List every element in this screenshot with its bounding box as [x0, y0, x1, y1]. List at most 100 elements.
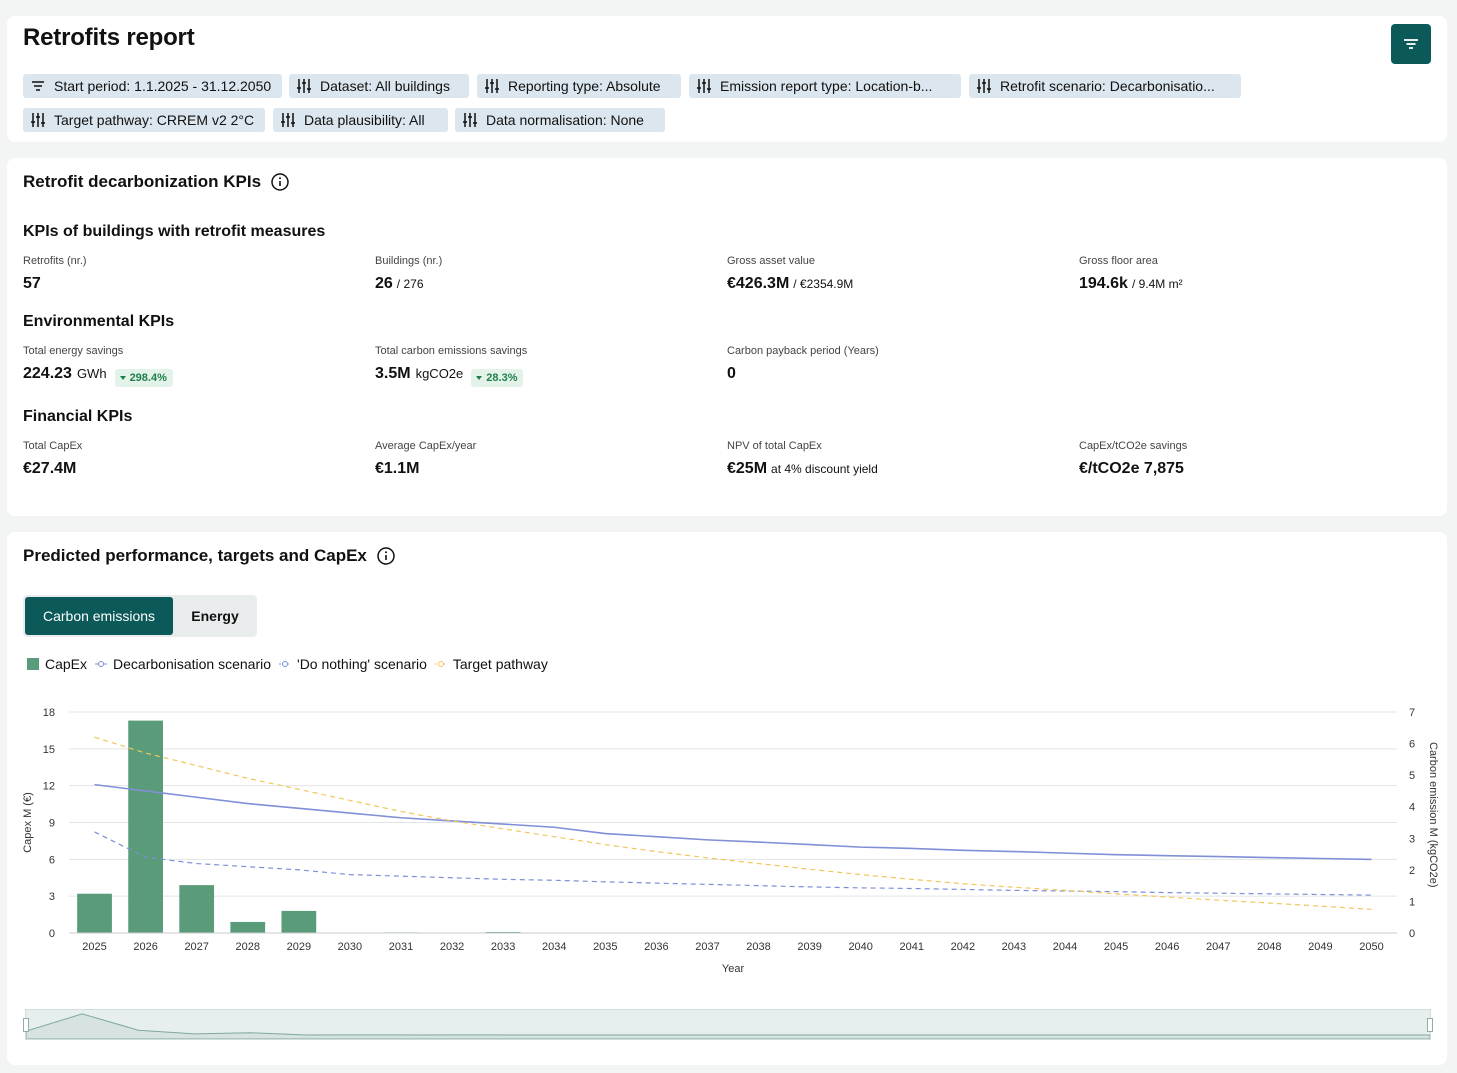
kpi-section-title: Retrofit decarbonization KPIs	[23, 172, 289, 192]
x-tick-label: 2048	[1257, 941, 1281, 953]
kpi-value-text: 3.5M	[375, 365, 411, 382]
retrofit-kpis-title: KPIs of buildings with retrofit measures	[23, 223, 326, 240]
kpi-gross-asset-value: Gross asset value €426.3M / €2354.9M	[727, 255, 1067, 293]
capex-bar	[230, 921, 266, 933]
x-tick-label: 2044	[1053, 941, 1077, 953]
x-tick-label: 2050	[1359, 941, 1383, 953]
kpi-value: 57	[23, 275, 363, 293]
chip-dataset[interactable]: Dataset: All buildings	[289, 74, 469, 98]
y-tick-label: 3	[49, 891, 55, 903]
caret-down-icon	[119, 376, 126, 380]
caret-down-icon	[476, 376, 483, 380]
zoom-handle-left[interactable]	[23, 1018, 29, 1032]
sliders-icon	[485, 79, 499, 93]
kpi-value: €/tCO2e 7,875	[1079, 460, 1419, 478]
chart-grid	[69, 711, 1397, 934]
kpi-section-title-text: Retrofit decarbonization KPIs	[23, 172, 262, 191]
sliders-icon	[463, 113, 477, 127]
capex-bar	[77, 893, 112, 933]
kpi-label: Average CapEx/year	[375, 440, 477, 452]
chip-data-normalisation[interactable]: Data normalisation: None	[455, 108, 665, 132]
legend-do-nothing[interactable]: 'Do nothing' scenario	[279, 656, 427, 672]
kpi-card: Retrofit decarbonization KPIs KPIs of bu…	[7, 158, 1447, 516]
chip-start-period[interactable]: Start period: 1.1.2025 - 31.12.2050	[23, 74, 282, 98]
info-icon[interactable]	[271, 173, 289, 191]
kpi-npv-capex: NPV of total CapEx €25M at 4% discount yi…	[727, 440, 1067, 478]
chip-label: Target pathway: CRREM v2 2°C	[54, 112, 255, 128]
tab-carbon-emissions[interactable]: Carbon emissions	[25, 597, 173, 635]
sliders-icon	[281, 113, 295, 127]
filter-button[interactable]	[1391, 24, 1431, 64]
kpi-capex-per-tco2e: CapEx/tCO2e savings €/tCO2e 7,875	[1079, 440, 1419, 478]
x-tick-label: 2039	[797, 941, 821, 953]
capex-bars	[77, 720, 572, 933]
performance-section-title: Predicted performance, targets and CapEx	[23, 546, 395, 566]
x-tick-label: 2030	[338, 941, 362, 953]
sliders-icon	[697, 79, 711, 93]
scenario-lines	[94, 736, 1372, 910]
kpi-label: Total energy savings	[23, 345, 124, 357]
badge-text: 298.4%	[129, 372, 167, 384]
capex-bar	[128, 720, 163, 933]
kpi-value: 0	[727, 365, 1067, 383]
kpi-value-text: 57	[23, 275, 41, 292]
kpi-label: Gross floor area	[1079, 255, 1158, 267]
x-tick-label: 2033	[491, 941, 515, 953]
change-badge: 298.4%	[114, 369, 173, 387]
legend-capex[interactable]: CapEx	[27, 656, 87, 672]
kpi-value-text: €1.1M	[375, 460, 420, 477]
kpi-value: €25M at 4% discount yield	[727, 460, 1067, 478]
kpi-value: 26/ 276	[375, 275, 715, 293]
sliders-icon	[297, 79, 311, 93]
chart-zoom-slider[interactable]	[23, 1009, 1433, 1040]
chip-emission-report-type[interactable]: Emission report type: Location-b...	[689, 74, 961, 98]
chip-data-plausibility[interactable]: Data plausibility: All	[273, 108, 448, 132]
zoom-preview	[26, 1013, 1430, 1039]
chip-label: Retrofit scenario: Decarbonisatio...	[1000, 78, 1215, 94]
kpi-value: €1.1M	[375, 460, 715, 478]
kpi-total-capex: Total CapEx €27.4M	[23, 440, 363, 478]
x-tick-label: 2032	[440, 941, 464, 953]
report-header: Retrofits report Start period: 1.1.2025 …	[7, 16, 1447, 142]
x-tick-label: 2038	[746, 941, 770, 953]
metric-toggle: Carbon emissions Energy	[23, 595, 257, 637]
kpi-label: NPV of total CapEx	[727, 440, 822, 452]
kpi-value: 194.6k/ 9.4M m²	[1079, 275, 1419, 293]
y2-tick-label: 5	[1409, 770, 1415, 782]
chart-legend: CapEx Decarbonisation scenario 'Do nothi…	[27, 656, 556, 672]
financial-kpis-title: Financial KPIs	[23, 408, 133, 425]
kpi-value: 3.5M kgCO2e 28.3%	[375, 365, 715, 387]
y2-tick-label: 3	[1409, 833, 1415, 845]
chip-reporting-type[interactable]: Reporting type: Absolute	[477, 74, 681, 98]
x-tick-label: 2043	[1002, 941, 1026, 953]
x-tick-label: 2041	[900, 941, 924, 953]
sliders-icon	[977, 79, 991, 93]
kpi-carbon-payback: Carbon payback period (Years) 0	[727, 345, 1067, 383]
kpi-energy-savings: Total energy savings 224.23 GWh 298.4%	[23, 345, 363, 387]
tab-energy[interactable]: Energy	[175, 597, 255, 635]
y2-tick-label: 7	[1409, 707, 1415, 719]
x-tick-label: 2029	[287, 941, 311, 953]
chip-retrofit-scenario[interactable]: Retrofit scenario: Decarbonisatio...	[969, 74, 1241, 98]
kpi-average-capex: Average CapEx/year €1.1M	[375, 440, 715, 478]
filter-icon	[1404, 39, 1418, 49]
chip-label: Data normalisation: None	[486, 112, 644, 128]
legend-label: Target pathway	[452, 656, 548, 672]
x-tick-label: 2049	[1308, 941, 1332, 953]
page-title: Retrofits report	[23, 24, 195, 51]
kpi-carbon-savings: Total carbon emissions savings 3.5M kgCO…	[375, 345, 715, 387]
x-tick-label: 2026	[133, 941, 157, 953]
info-icon[interactable]	[377, 547, 395, 565]
chip-target-pathway[interactable]: Target pathway: CRREM v2 2°C	[23, 108, 265, 132]
kpi-label: Gross asset value	[727, 255, 816, 267]
y-tick-label: 12	[43, 781, 55, 793]
x-tick-label: 2047	[1206, 941, 1230, 953]
zoom-handle-right[interactable]	[1427, 1018, 1433, 1032]
performance-card: Predicted performance, targets and CapEx…	[7, 532, 1447, 1065]
series-line	[94, 736, 1372, 910]
chip-label: Emission report type: Location-b...	[720, 78, 933, 94]
legend-decarbonisation[interactable]: Decarbonisation scenario	[95, 656, 271, 672]
legend-target-pathway[interactable]: Target pathway	[434, 656, 548, 672]
legend-label: 'Do nothing' scenario	[297, 656, 427, 672]
y2-tick-label: 0	[1409, 928, 1415, 940]
